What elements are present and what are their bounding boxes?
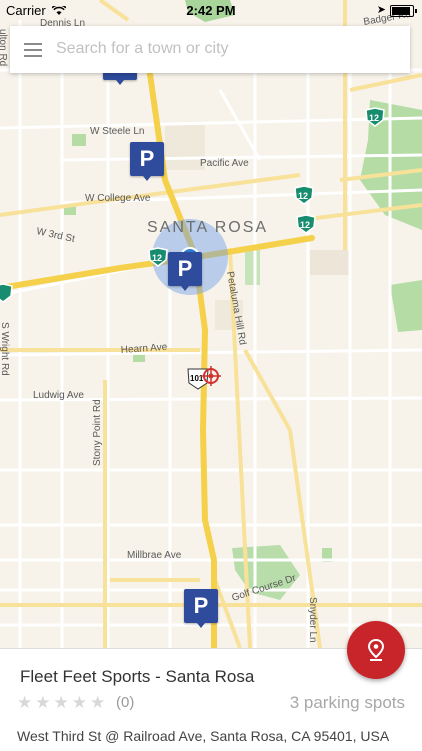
clock: 2:42 PM <box>186 3 236 18</box>
street-label: Ludwig Ave <box>33 390 84 401</box>
parking-marker-selected[interactable]: P <box>168 252 202 291</box>
street-label: Snyder Ln <box>307 597 318 643</box>
svg-text:12: 12 <box>369 113 379 123</box>
search-bar[interactable]: Search for a town or city <box>10 26 410 73</box>
location-name: Fleet Feet Sports - Santa Rosa <box>20 667 255 686</box>
svg-text:12: 12 <box>152 253 162 263</box>
street-label: Millbrae Ave <box>127 550 182 561</box>
rating-stars: ★★★★★ <box>17 693 109 712</box>
street-label: ulton Rd <box>0 29 8 66</box>
street-label: W Steele Ln <box>90 126 144 137</box>
svg-text:12: 12 <box>298 191 308 201</box>
city-label: SANTA ROSA <box>147 219 268 236</box>
street-label: Pacific Ave <box>200 158 249 169</box>
map-view[interactable]: 12 12 12 12 101 SANTA ROSA Dennis Ln Bad… <box>0 0 422 648</box>
location-arrow-icon: ➤ <box>376 4 386 16</box>
location-address: West Third St @ Railroad Ave, Santa Rosa… <box>17 728 390 744</box>
parking-marker[interactable]: P <box>184 589 218 628</box>
rating-count: (0) <box>116 694 135 711</box>
menu-icon[interactable] <box>24 43 42 57</box>
search-input[interactable]: Search for a town or city <box>56 40 229 58</box>
street-label: W College Ave <box>85 193 151 204</box>
battery-icon <box>390 5 417 17</box>
svg-text:12: 12 <box>300 220 310 230</box>
street-label: S Wright Rd <box>0 322 10 376</box>
parking-spots-count: 3 parking spots <box>289 693 405 712</box>
locate-button[interactable] <box>347 621 405 679</box>
location-pin-icon <box>367 638 385 661</box>
status-bar: Carrier 2:42 PM ➤ <box>0 0 422 20</box>
map-canvas: 12 12 12 12 101 SANTA ROSA Dennis Ln Bad… <box>0 0 422 648</box>
street-label: Stony Point Rd <box>92 399 103 466</box>
parking-marker[interactable]: P <box>130 142 164 181</box>
